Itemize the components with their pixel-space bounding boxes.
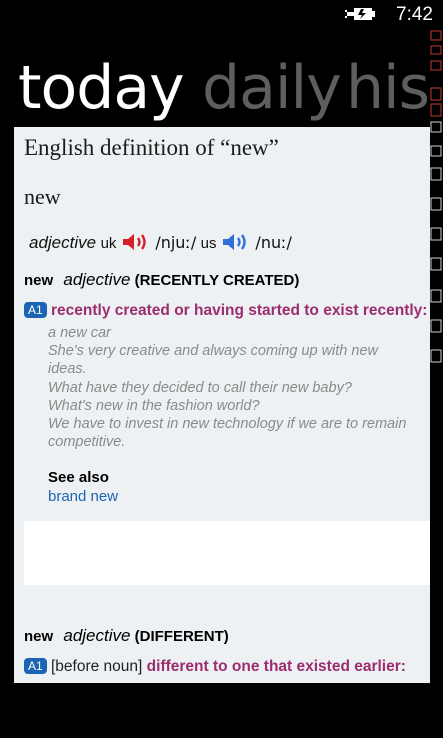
see-also-label: See also (48, 469, 109, 486)
pivot-item-daily[interactable]: daily (202, 52, 342, 124)
pivot-item-history[interactable]: his (346, 52, 430, 124)
level-badge: A1 (24, 658, 47, 674)
example-sentence: What's new in the fashion world? (48, 397, 260, 414)
definition-line: A1 recently created or having started to… (24, 302, 427, 320)
guide-word: (DIFFERENT) (134, 628, 229, 645)
page-title: English definition of “new” (24, 135, 279, 160)
clock: 7:42 (396, 4, 433, 25)
part-of-speech: adjective (29, 233, 97, 252)
uk-ipa: /njuː/ (155, 233, 197, 252)
definition-panel[interactable]: English definition of “new” new adjectiv… (14, 127, 430, 683)
pronunciation-line: adjective uk /njuː/ us /nuː/ (29, 231, 292, 253)
example-sentence: She's very creative and always coming up… (48, 343, 378, 378)
definition-text: different to one that existed earlier: (146, 658, 406, 675)
guide-word: (RECENTLY CREATED) (134, 272, 300, 289)
grammar-label: [before noun] (51, 658, 143, 675)
status-bar: 7:42 (0, 0, 443, 30)
app-screen: 7:42 today daily his English definition … (0, 0, 443, 738)
sense-pos: adjective (63, 270, 131, 289)
sense-pos: adjective (63, 626, 131, 645)
sense-heading: new adjective (DIFFERENT) (24, 626, 229, 646)
definition-line: A1 [before noun] different to one that e… (24, 658, 406, 676)
example-sentence: a new car (48, 325, 111, 341)
pivot-header: today daily his (0, 52, 430, 124)
battery-charging-icon (345, 8, 375, 20)
sense-word: new (24, 272, 54, 289)
headword: new (24, 184, 61, 209)
examples-list: a new car She's very creative and always… (48, 324, 430, 451)
level-badge: A1 (24, 302, 47, 318)
edge-artifact (430, 30, 442, 363)
example-sentence: We have to invest in new technology if w… (48, 416, 407, 451)
uk-label: uk (100, 235, 117, 252)
uk-speaker-icon[interactable] (121, 231, 151, 253)
us-speaker-icon[interactable] (221, 231, 251, 253)
example-sentence: What have they decided to call their new… (48, 379, 352, 396)
see-also-link[interactable]: brand new (48, 488, 118, 505)
pivot-item-today[interactable]: today (18, 52, 185, 124)
us-ipa: /nuː/ (255, 233, 292, 252)
sense-heading: new adjective (RECENTLY CREATED) (24, 270, 299, 290)
ad-placeholder (24, 521, 430, 585)
us-label: us (200, 235, 217, 252)
definition-text: recently created or having started to ex… (51, 302, 428, 319)
sense-word: new (24, 628, 54, 645)
